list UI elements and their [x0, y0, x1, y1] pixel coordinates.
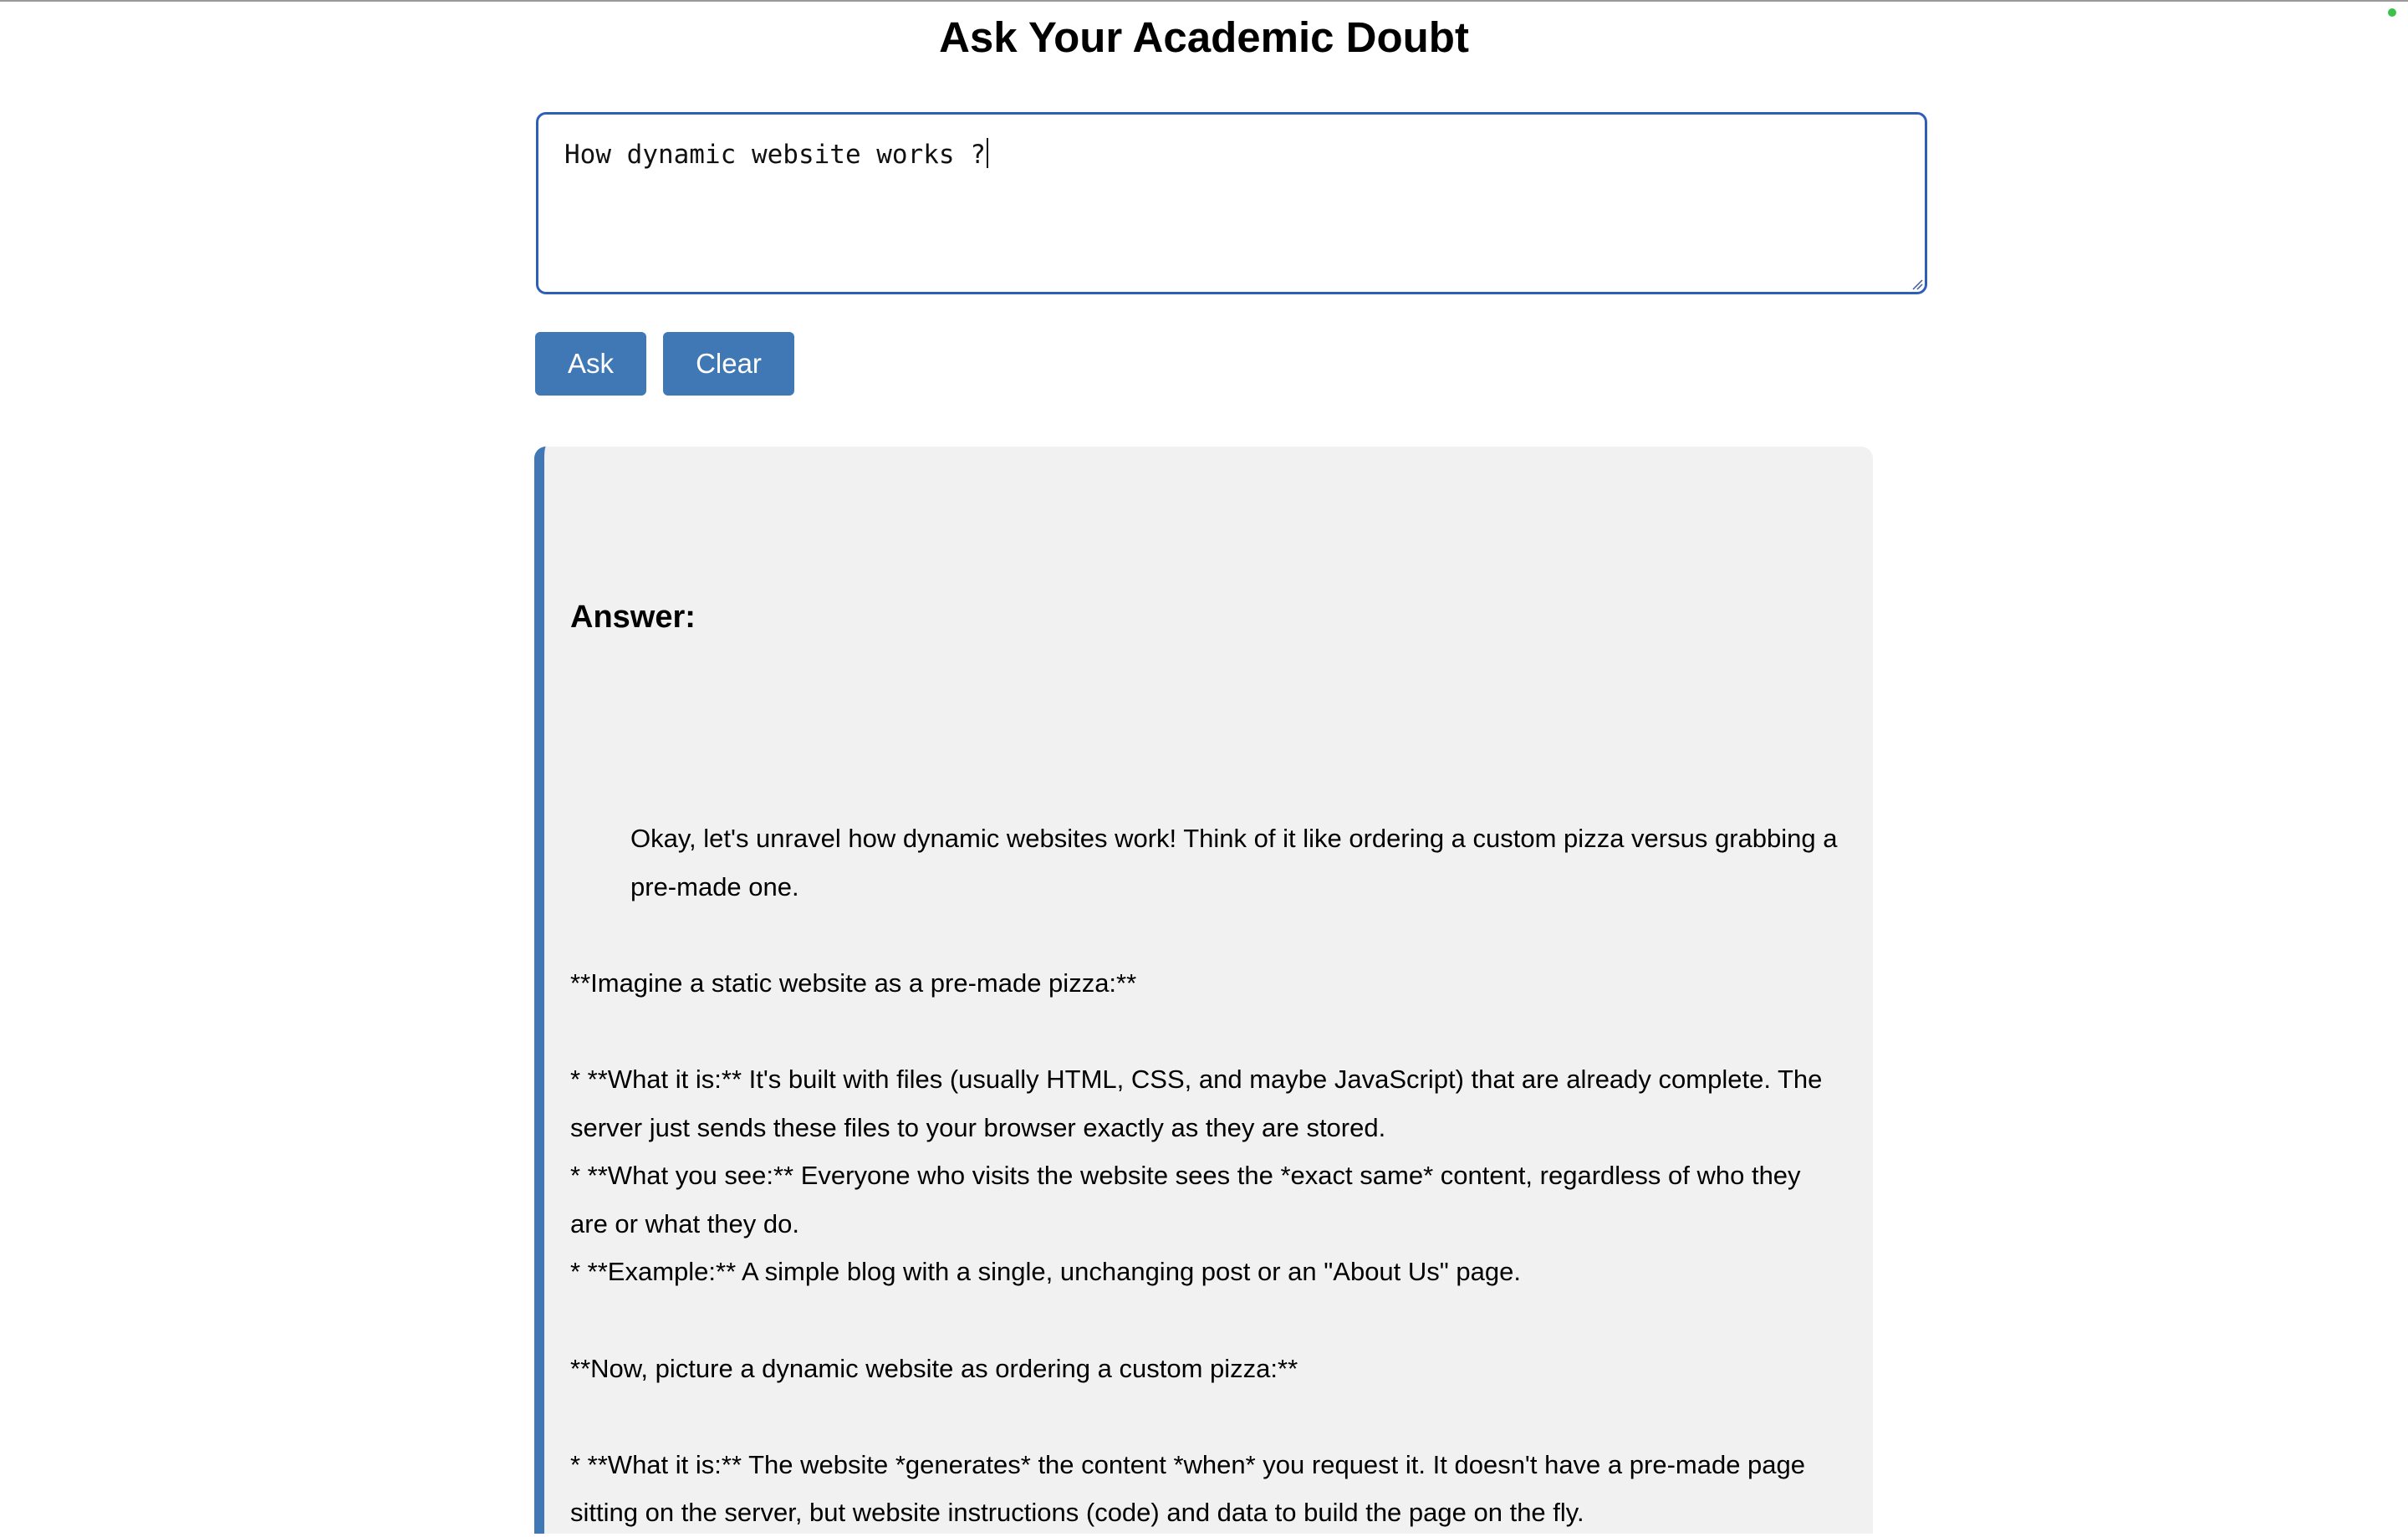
ask-button[interactable]: Ask	[535, 332, 646, 396]
answer-line: Okay, let's unravel how dynamic websites…	[630, 824, 1838, 901]
clear-button[interactable]: Clear	[663, 332, 794, 396]
answer-line: * **Example:** A simple blog with a sing…	[570, 1257, 1521, 1287]
text-caret	[986, 138, 988, 168]
answer-panel: Answer: Okay, let's unravel how dynamic …	[534, 447, 1873, 1534]
answer-body: Okay, let's unravel how dynamic websites…	[570, 814, 1841, 1537]
window-top-border	[0, 0, 2408, 2]
answer-heading: Answer:	[570, 600, 696, 635]
answer-line: * **What it is:** It's built with files …	[570, 1064, 1823, 1142]
page-title: Ask Your Academic Doubt	[939, 13, 1469, 61]
answer-line: * **What you see:** Everyone who visits …	[570, 1161, 1801, 1238]
question-textarea[interactable]: How dynamic website works ?	[536, 112, 1927, 294]
answer-line: * **What it is:** The website *generates…	[570, 1449, 1806, 1528]
answer-line: **Now, picture a dynamic website as orde…	[570, 1353, 1298, 1383]
question-text: How dynamic website works ?	[564, 138, 988, 170]
answer-line: **Imagine a static website as a pre-made…	[570, 968, 1137, 998]
question-value: How dynamic website works ?	[564, 140, 986, 170]
resize-handle-icon[interactable]	[1910, 277, 1923, 290]
